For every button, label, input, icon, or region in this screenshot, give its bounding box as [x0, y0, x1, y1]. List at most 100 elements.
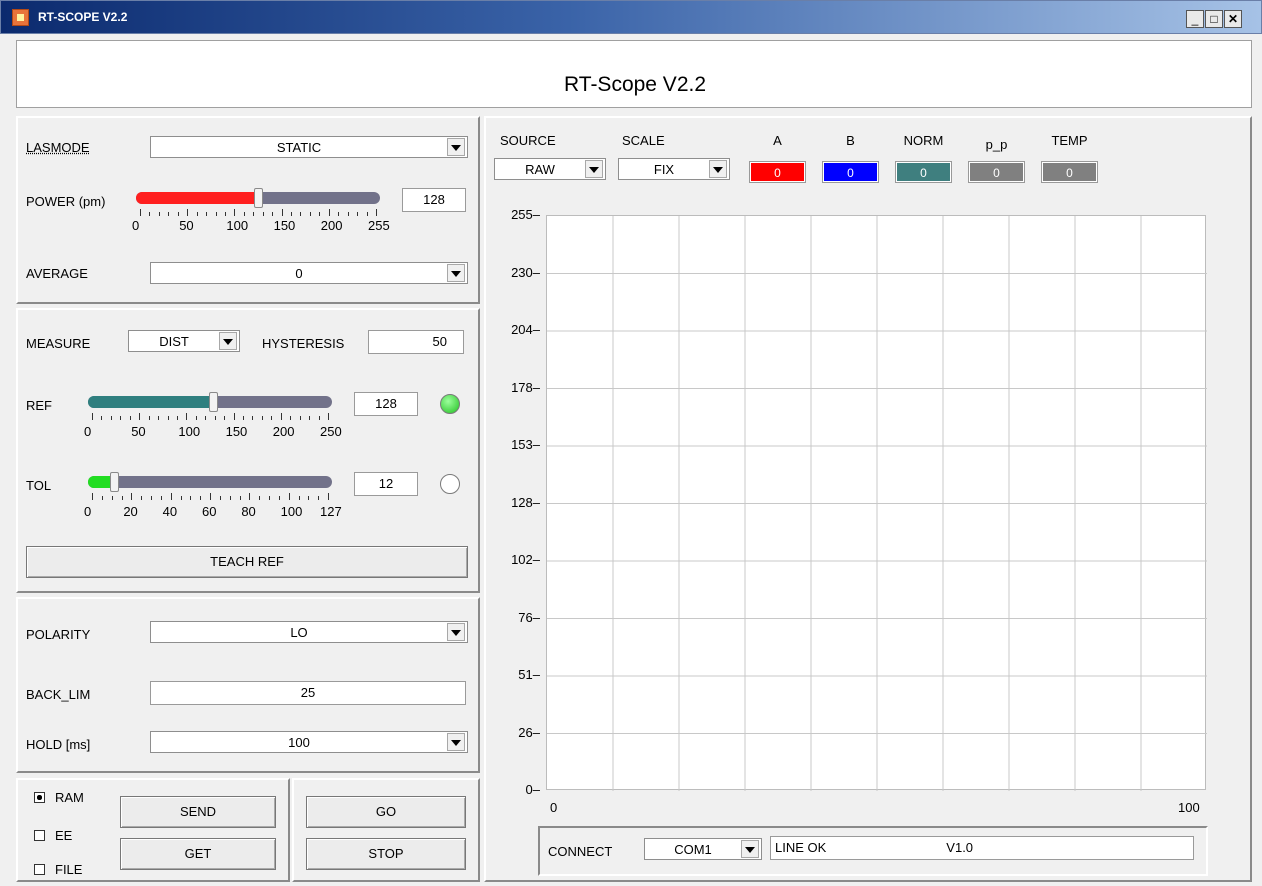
y-axis-labels: 255– 230– 204– 178– 153– 128– 102– 76– 51– 26– 0– [500, 207, 546, 797]
lasmode-select[interactable]: STATIC [150, 136, 468, 158]
hold-select[interactable]: 100 [150, 731, 468, 753]
slider-tick-label: 20 [123, 504, 138, 519]
indicator-label: NORM [903, 133, 944, 148]
polarity-select[interactable]: LO [150, 621, 468, 643]
memory-panel: RAM EE FILE SEND GET [16, 778, 290, 882]
y-tick-label: 204– [511, 322, 540, 337]
slider-tick [224, 416, 226, 420]
slider-tick-label: 100 [280, 504, 303, 519]
scale-select[interactable]: FIX [618, 158, 730, 180]
hold-label: HOLD [ms] [26, 737, 91, 752]
app-icon [12, 9, 29, 26]
chevron-down-icon[interactable] [585, 160, 603, 178]
send-button[interactable]: SEND [120, 796, 276, 828]
chevron-down-icon[interactable] [219, 332, 237, 350]
ref-slider-thumb[interactable] [208, 392, 218, 412]
slider-tick [176, 416, 178, 420]
ref-value-field[interactable]: 128 [354, 392, 418, 416]
close-button[interactable]: ✕ [1224, 10, 1242, 28]
slider-tick [168, 212, 170, 216]
backlim-field[interactable]: 25 [150, 681, 466, 705]
port-select[interactable]: COM1 [644, 838, 762, 860]
stop-button[interactable]: STOP [306, 838, 466, 870]
y-tick-label: 51– [518, 667, 540, 682]
file-option[interactable]: FILE [34, 862, 82, 877]
y-tick-label: 178– [511, 379, 540, 395]
teach-ref-button[interactable]: TEACH REF [26, 546, 468, 578]
source-label: SOURCE [500, 133, 556, 148]
chevron-down-icon[interactable] [447, 733, 465, 751]
ram-checkbox[interactable] [34, 792, 45, 803]
get-button[interactable]: GET [120, 838, 276, 870]
tol-tick-labels: 0 20 40 60 80 100 127 [84, 504, 342, 520]
window-titlebar [0, 0, 1262, 34]
tol-slider-track [88, 476, 332, 488]
slider-tick [92, 413, 93, 420]
tol-value-field[interactable]: 12 [354, 472, 418, 496]
power-slider-thumb[interactable] [254, 188, 264, 208]
slider-tick [200, 496, 202, 500]
slider-tick [319, 212, 321, 216]
ram-option[interactable]: RAM [34, 790, 84, 805]
connect-label: CONNECT [548, 844, 613, 859]
slider-tick [328, 493, 329, 500]
slider-tick [366, 212, 368, 216]
ee-option[interactable]: EE [34, 828, 72, 843]
tol-slider[interactable] [88, 472, 332, 502]
y-tick-label: 0– [525, 782, 540, 797]
slider-tick [291, 212, 293, 216]
chevron-down-icon[interactable] [447, 138, 465, 156]
slider-tick-label: 0 [84, 504, 92, 519]
file-checkbox[interactable] [34, 864, 45, 875]
slider-tick [318, 416, 320, 420]
slider-tick [101, 416, 103, 420]
slider-tick [186, 413, 188, 420]
chevron-down-icon[interactable] [447, 264, 465, 282]
measure-panel: MEASURE DIST HYSTERESIS 50 REF 0 50 100 150… [16, 308, 480, 593]
scale-label: SCALE [622, 133, 665, 148]
slider-tick [278, 496, 280, 500]
slider-tick [195, 416, 197, 420]
slider-tick-label: 127 [320, 504, 342, 519]
ref-slider[interactable] [88, 392, 332, 422]
status-text: LINE OK [775, 840, 827, 855]
power-value-field[interactable]: 128 [402, 188, 466, 212]
slider-tick [149, 212, 151, 216]
y-tick-label: 102– [511, 552, 540, 567]
slider-tick-label: 150 [225, 424, 248, 439]
tol-label: TOL [26, 478, 52, 493]
hysteresis-field[interactable]: 50 [368, 330, 464, 354]
minimize-button[interactable]: _ [1186, 10, 1204, 28]
slider-tick [205, 416, 207, 420]
slider-tick [243, 416, 245, 420]
power-tick-labels: 0 50 100 150 200 255 [132, 218, 390, 234]
slider-tick [148, 416, 150, 420]
chevron-down-icon[interactable] [741, 840, 759, 858]
slider-tick [288, 493, 290, 500]
go-button[interactable]: GO [306, 796, 466, 828]
slider-tick-label: 200 [272, 424, 295, 439]
slider-tick [347, 212, 349, 216]
slider-tick [140, 209, 141, 216]
slider-tick [259, 496, 261, 500]
average-select[interactable]: 0 [150, 262, 468, 284]
ee-checkbox[interactable] [34, 830, 45, 841]
indicator-label: A [773, 133, 782, 148]
backlim-label: BACK_LIM [26, 687, 91, 702]
slider-tick [318, 496, 320, 500]
indicator-group: A 0 B 0 NORM 0 p_p 0 TEMP 0 [750, 133, 1110, 185]
slider-tick-label: 100 [226, 218, 249, 233]
app-title: RT-Scope V2.2 [563, 73, 707, 96]
tol-slider-thumb[interactable] [110, 472, 120, 492]
chevron-down-icon[interactable] [447, 623, 465, 641]
measure-select[interactable]: DIST [128, 330, 240, 352]
source-select[interactable]: RAW [494, 158, 606, 180]
x-tick-label: 100 [1178, 800, 1200, 815]
slider-tick [110, 416, 112, 420]
slider-tick [131, 493, 133, 500]
indicator-value: 0 [823, 162, 878, 182]
slider-tick [234, 209, 236, 216]
slider-tick-label: 60 [202, 504, 217, 519]
chevron-down-icon[interactable] [709, 160, 727, 178]
maximize-button[interactable]: □ [1205, 10, 1223, 28]
